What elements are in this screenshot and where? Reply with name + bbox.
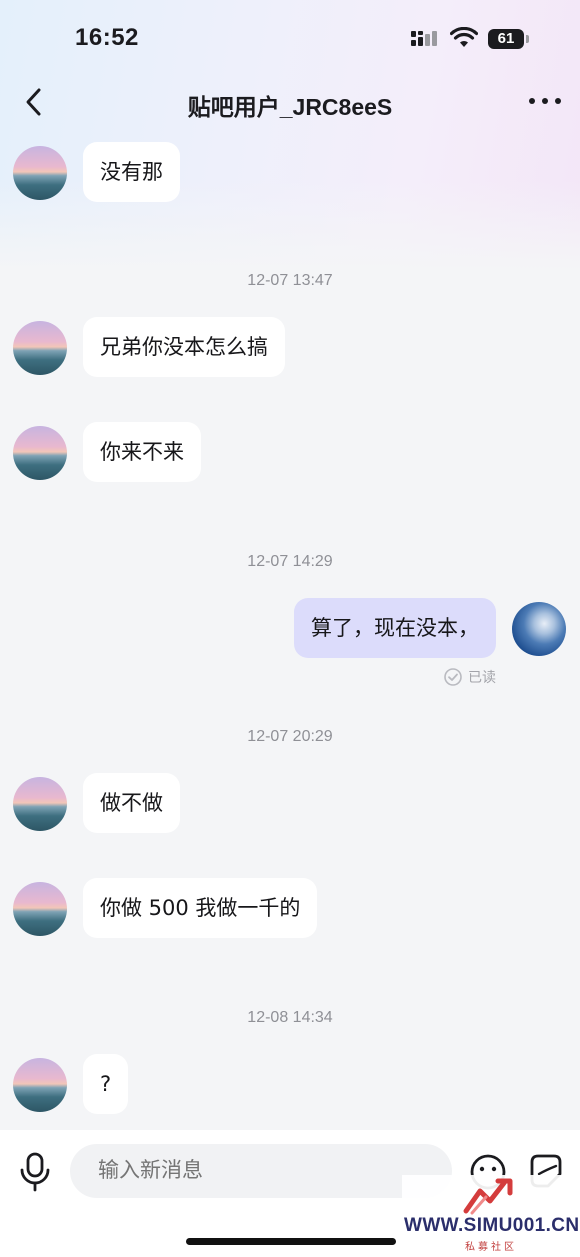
contact-avatar[interactable]: [13, 146, 67, 200]
read-receipt: 已读: [444, 667, 496, 687]
microphone-icon[interactable]: [18, 1152, 52, 1192]
chat-header: 贴吧用户_JRC8eeS: [0, 75, 580, 130]
watermark-text: WWW.SIMU001.CN: [404, 1215, 580, 1236]
message-bubble-received[interactable]: 你来不来: [83, 422, 201, 482]
check-circle-icon: [444, 668, 462, 686]
status-time: 16:52: [75, 24, 139, 51]
wifi-icon: [450, 27, 478, 47]
message-input[interactable]: [70, 1144, 452, 1198]
watermark: WWW.SIMU001.CN 私募社区: [402, 1175, 580, 1257]
read-status-label: 已读: [468, 670, 496, 686]
home-indicator[interactable]: [186, 1238, 396, 1245]
watermark-subtext: 私募社区: [465, 1242, 517, 1253]
watermark-logo-icon: [463, 1178, 513, 1215]
message-timestamp: 12-07 13:47: [247, 272, 333, 289]
contact-avatar[interactable]: [13, 321, 67, 375]
message-bubble-received[interactable]: 没有那: [83, 142, 180, 202]
signal-icon: [411, 31, 437, 46]
message-bubble-received[interactable]: 兄弟你没本怎么搞: [83, 317, 285, 377]
message-bubble-received[interactable]: ?: [83, 1054, 129, 1114]
message-bubble-sent[interactable]: 算了，现在没本，: [294, 598, 496, 658]
status-bar: 16:52 61: [0, 0, 580, 70]
chat-title: 贴吧用户_JRC8eeS: [187, 94, 393, 120]
my-avatar[interactable]: [512, 602, 566, 656]
message-bubble-received[interactable]: 做不做: [83, 773, 180, 833]
contact-avatar[interactable]: [13, 1058, 67, 1112]
message-timestamp: 12-07 20:29: [247, 728, 333, 745]
message-bubble-received[interactable]: 你做 500 我做一千的: [83, 878, 318, 938]
contact-avatar[interactable]: [13, 426, 67, 480]
contact-avatar[interactable]: [13, 882, 67, 936]
battery-icon: 61: [488, 29, 529, 49]
message-timestamp: 12-08 14:34: [247, 1009, 333, 1026]
message-timestamp: 12-07 14:29: [247, 553, 333, 570]
contact-avatar[interactable]: [13, 777, 67, 831]
more-dots-icon[interactable]: [528, 93, 562, 109]
